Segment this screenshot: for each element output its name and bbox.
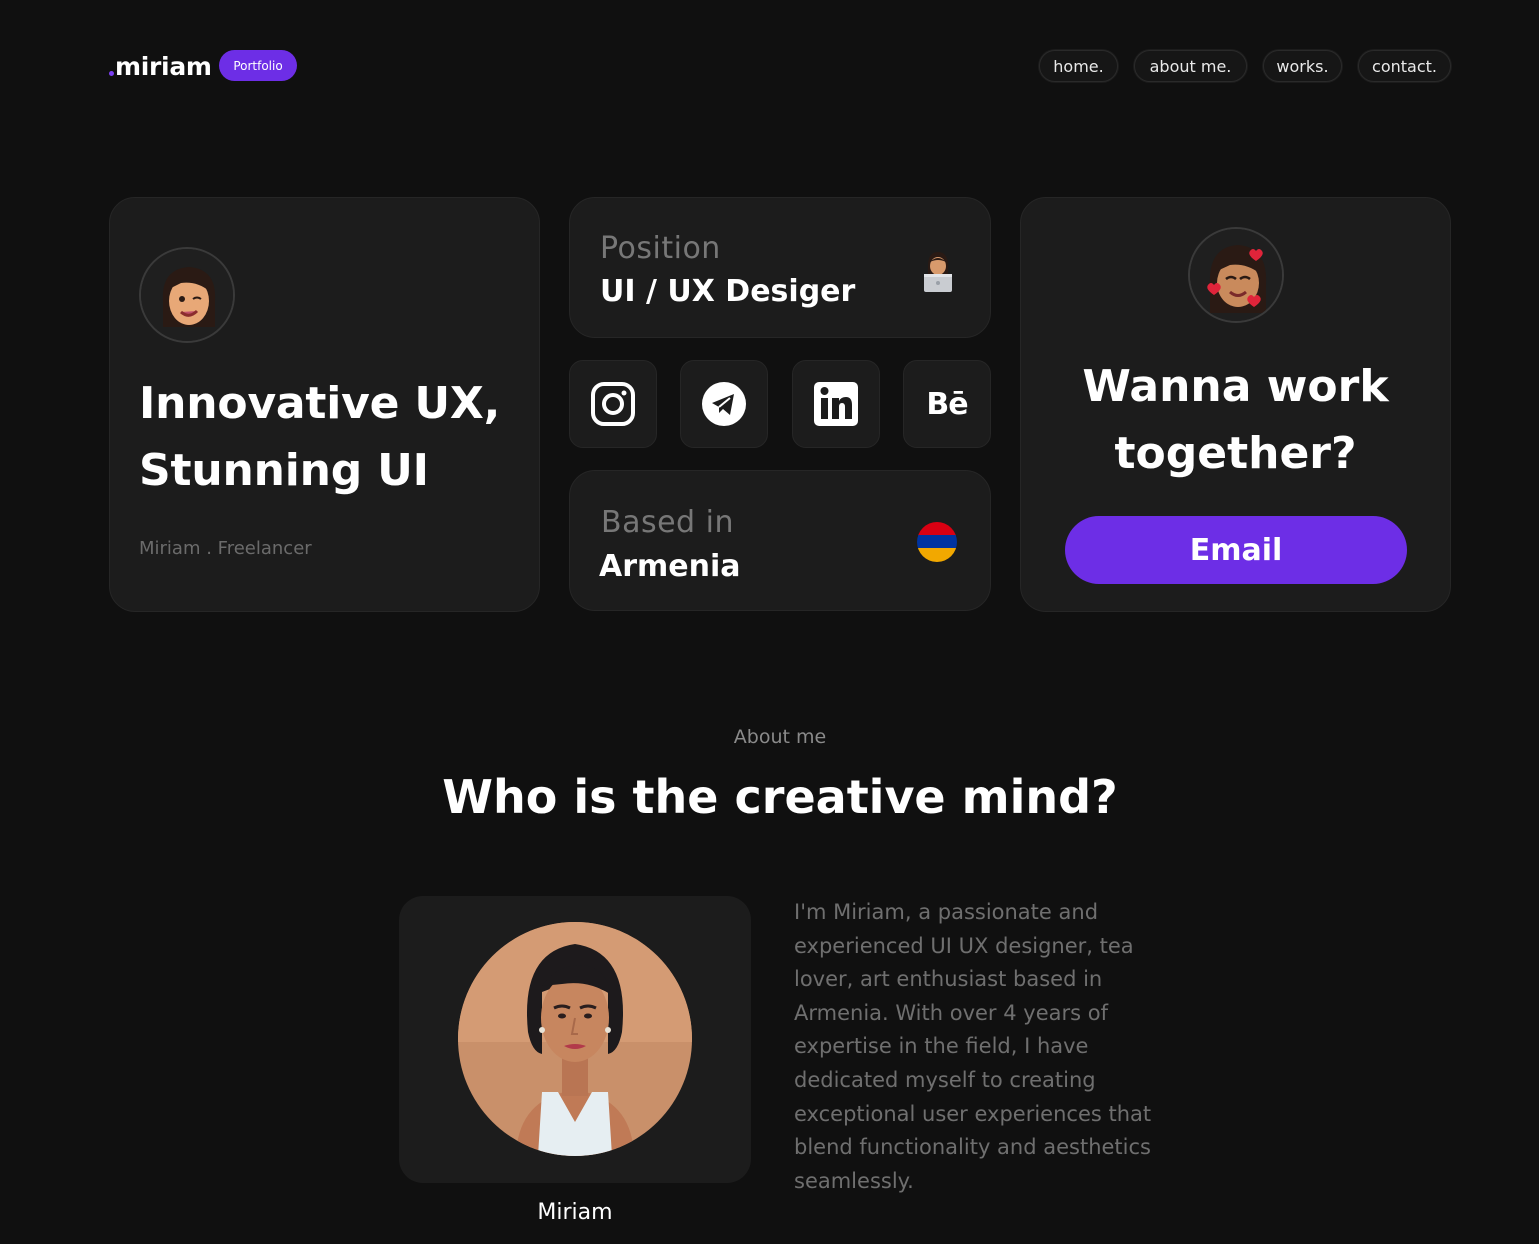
telegram-icon (702, 382, 746, 426)
portrait-photo (458, 922, 692, 1156)
behance-icon: Bē (926, 386, 968, 422)
cta-title-line2: together? (1114, 428, 1357, 479)
linkedin-icon (814, 382, 858, 426)
cta-title-line1: Wanna work (1082, 361, 1389, 412)
about-title: Who is the creative mind? (442, 770, 1118, 824)
portrait-card (399, 896, 751, 1183)
portrait-name: Miriam (537, 1200, 613, 1225)
position-label: Position (600, 231, 721, 266)
behance-button[interactable]: Bē (903, 360, 991, 448)
cta-card: Wanna work together? Email (1020, 197, 1451, 612)
avatar-winking (139, 247, 235, 343)
instagram-button[interactable] (569, 360, 657, 448)
laptop-user-icon (924, 252, 952, 292)
hero-subtitle: Miriam . Freelancer (139, 538, 312, 559)
logo-text: miriam (115, 51, 212, 81)
position-card: Position UI / UX Desiger (569, 197, 991, 338)
nav-works[interactable]: works. (1263, 50, 1342, 82)
nav-about[interactable]: about me. (1134, 50, 1247, 82)
nav-home[interactable]: home. (1039, 50, 1118, 82)
portfolio-badge: Portfolio (219, 50, 297, 81)
logo[interactable]: miriam (109, 50, 212, 82)
about-kicker: About me (733, 726, 827, 748)
location-label: Based in (601, 505, 734, 540)
armenia-flag-icon (917, 522, 957, 562)
logo-dot (109, 70, 114, 76)
hero-title-line2: Stunning UI (139, 445, 429, 496)
avatar-hearts (1188, 227, 1284, 323)
linkedin-button[interactable] (792, 360, 880, 448)
about-text: I'm Miriam, a passionate and experienced… (794, 900, 1152, 1193)
location-value: Armenia (599, 549, 741, 584)
nav-contact[interactable]: contact. (1358, 50, 1451, 82)
position-value: UI / UX Desiger (600, 274, 856, 309)
telegram-button[interactable] (680, 360, 768, 448)
hero-title: Innovative UX, Stunning UI (139, 370, 500, 504)
hero-card: Innovative UX, Stunning UI Miriam . Free… (109, 197, 540, 612)
email-button[interactable]: Email (1065, 516, 1407, 584)
location-card: Based in Armenia (569, 470, 991, 611)
instagram-icon (591, 382, 635, 426)
hero-title-line1: Innovative UX, (139, 378, 501, 429)
cta-title: Wanna work together? (1021, 353, 1450, 487)
